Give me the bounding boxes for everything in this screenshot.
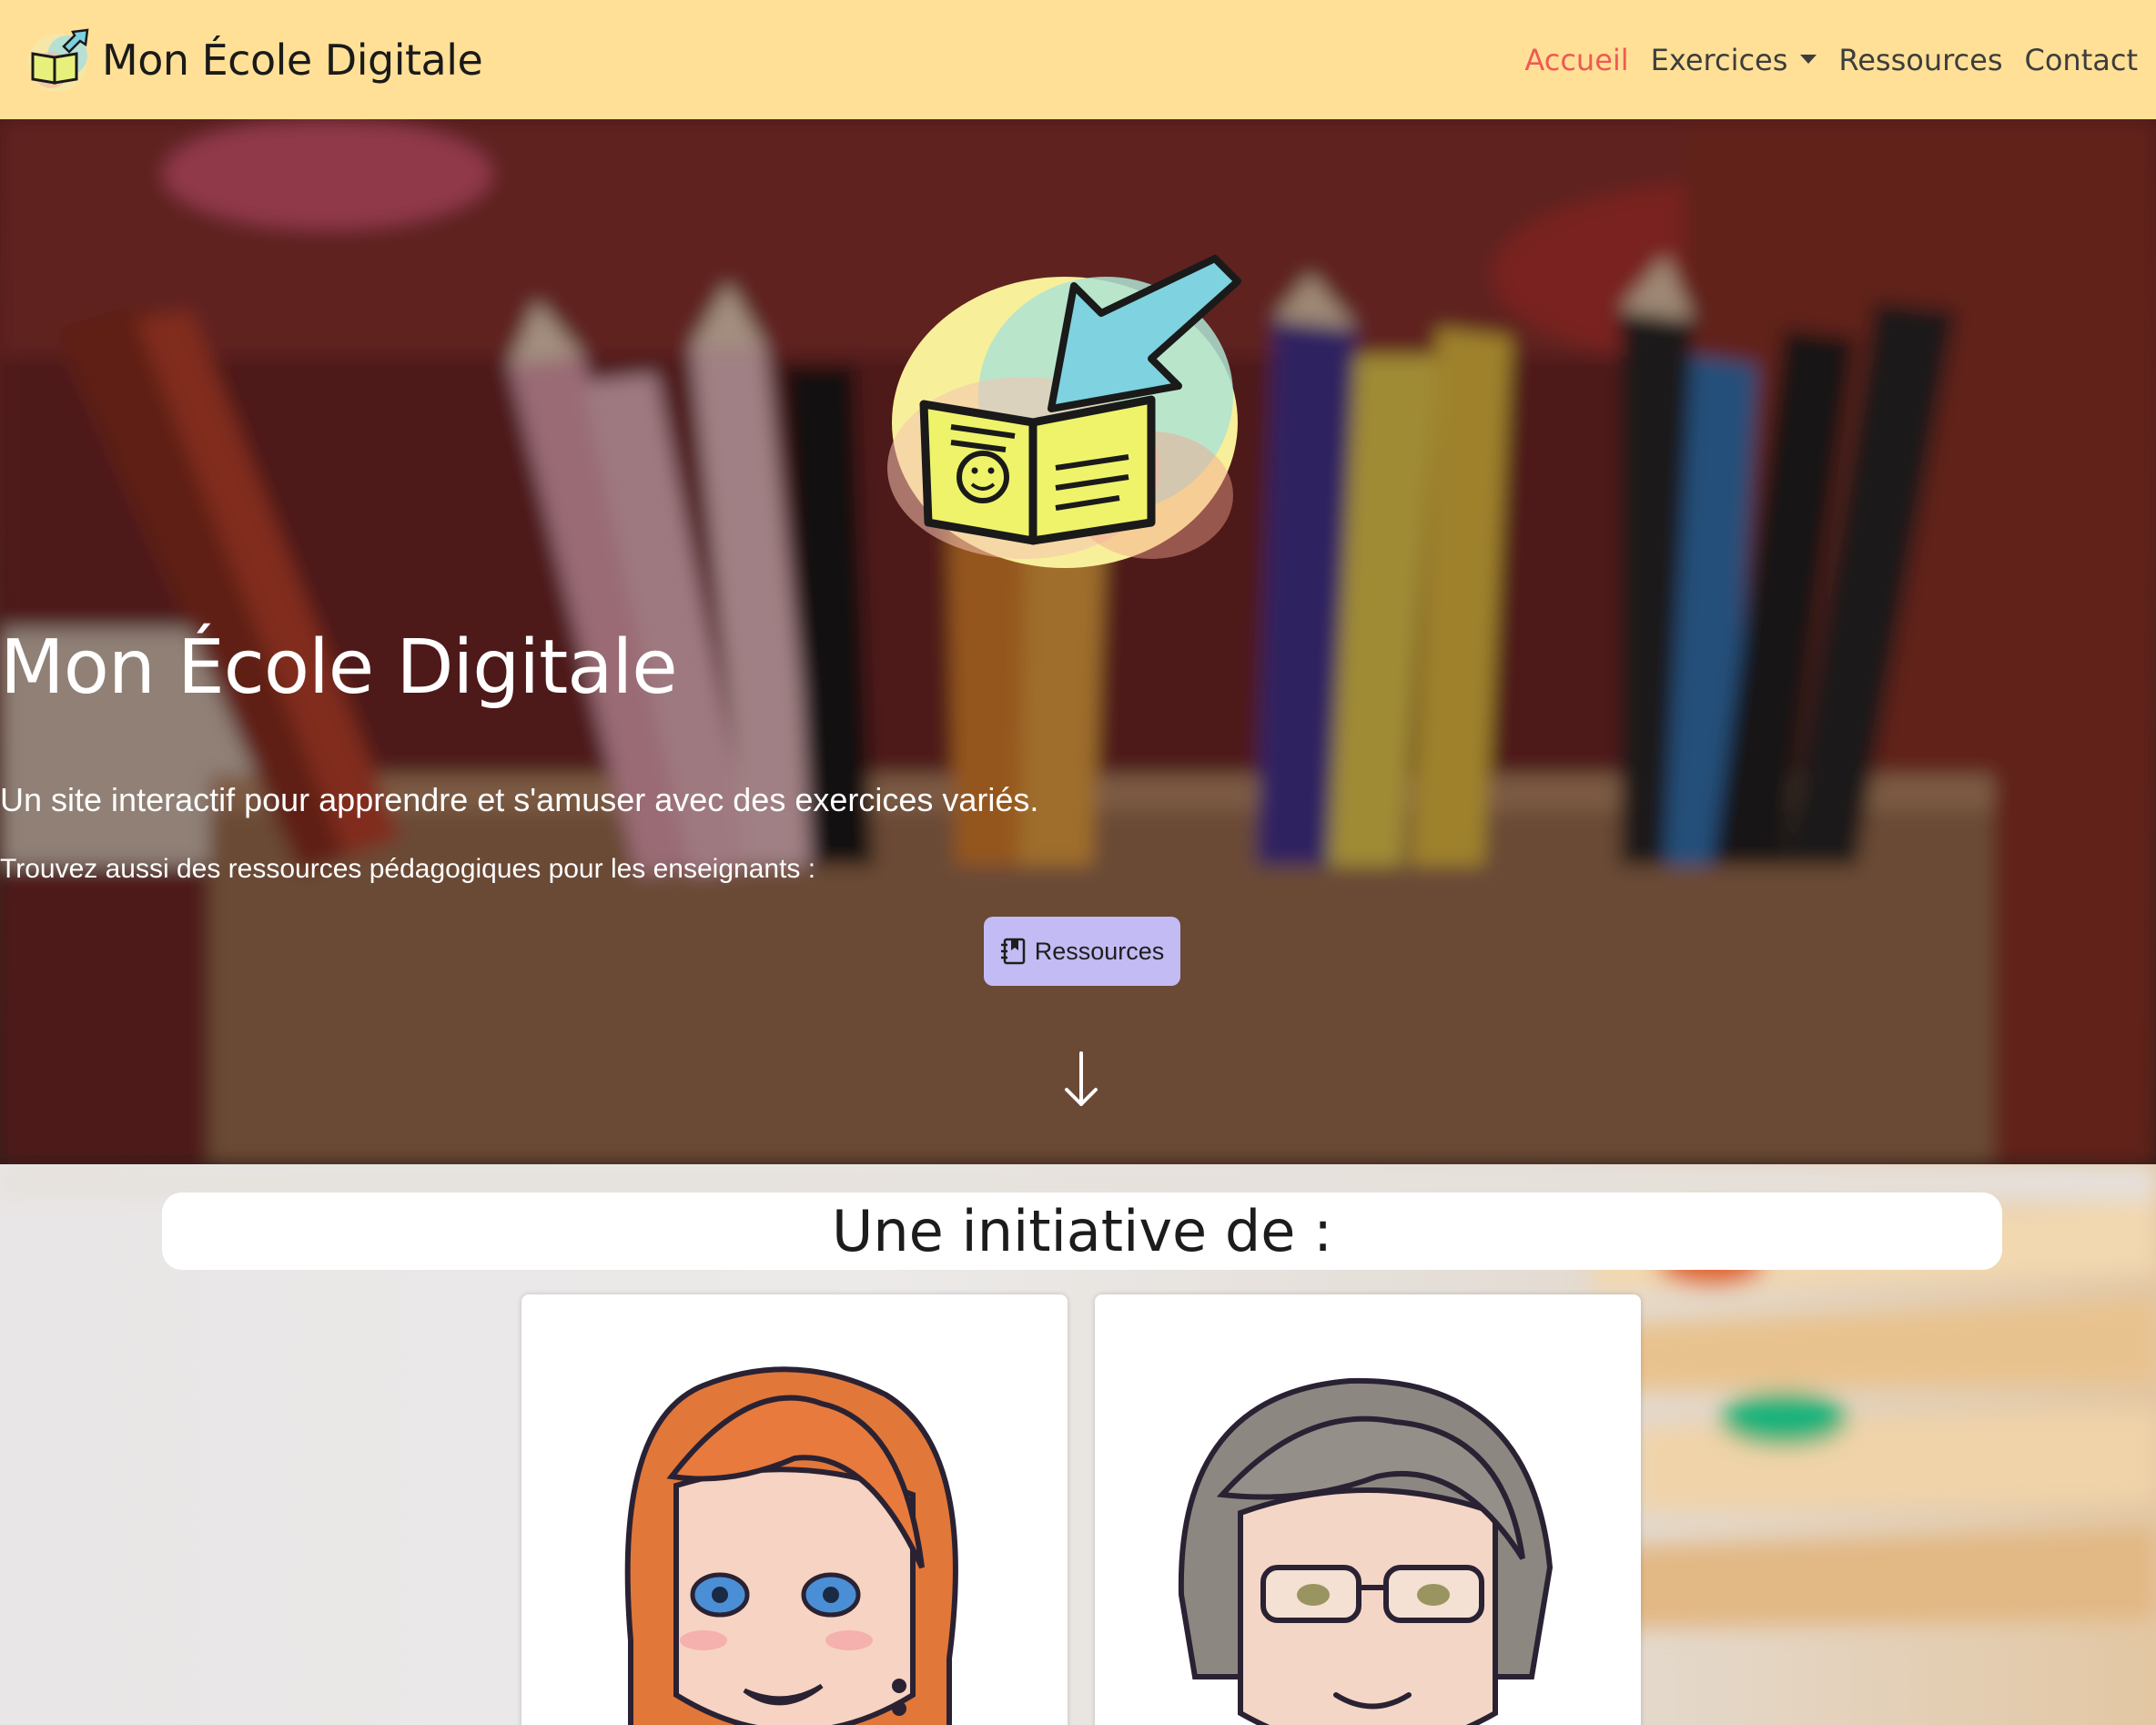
nav-link-exercices[interactable]: Exercices [1651,43,1817,77]
initiative-heading: Une initiative de : [162,1192,2002,1270]
initiative-section: Une initiative de : [0,1164,2156,1725]
resources-button-label: Ressources [1034,937,1165,965]
resources-button[interactable]: Ressources [984,917,1180,986]
journal-bookmark-icon [1000,938,1025,965]
nav-link-exercices-label: Exercices [1650,42,1788,77]
author-card-2 [1095,1294,1641,1725]
hero-subtitle: Un site interactif pour apprendre et s'a… [0,781,1039,818]
author-avatar-redhead [624,1366,958,1725]
nav-link-ressources[interactable]: Ressources [1838,43,2002,77]
hero-section: Mon École Digitale Un site interactif po… [0,119,2156,1164]
hero-subtitle-teachers: Trouvez aussi des ressources pédagogique… [0,854,816,884]
caret-down-icon [1800,54,1817,64]
site-logo-icon [887,255,1241,568]
brand-link[interactable]: Mon École Digitale [20,23,483,97]
author-card-1 [521,1294,1068,1725]
nav-link-accueil[interactable]: Accueil [1524,43,1628,77]
author-avatar-glasses [1178,1377,1554,1725]
brand-title: Mon École Digitale [102,35,483,85]
nav-menu: Accueil Exercices Ressources Contact [1524,43,2138,77]
brand-logo-icon [28,28,89,92]
nav-link-contact[interactable]: Contact [2025,43,2139,77]
arrow-down-icon[interactable] [1059,1050,1103,1110]
navbar: Mon École Digitale Accueil Exercices Res… [0,0,2156,119]
hero-title: Mon École Digitale [0,624,678,711]
